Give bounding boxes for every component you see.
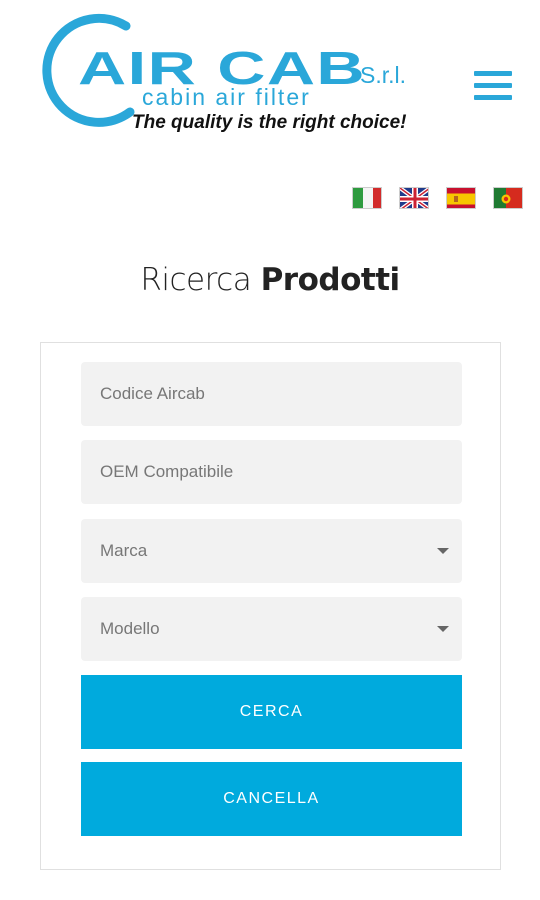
chevron-down-icon <box>437 548 449 554</box>
spain-flag-icon[interactable] <box>446 187 476 209</box>
aircab-logo[interactable]: AIR CAB S.r.l. cabin air filter The qual… <box>30 12 440 142</box>
model-select-value: Modello <box>100 619 160 638</box>
page-title-bold: Prodotti <box>260 262 401 298</box>
hamburger-icon[interactable] <box>474 68 512 104</box>
aircab-code-input[interactable]: Codice Aircab <box>81 362 462 426</box>
hamburger-line <box>474 83 512 88</box>
brand-select-value: Marca <box>100 541 148 560</box>
clear-button[interactable]: CANCELLA <box>81 762 462 836</box>
logo-subtitle: cabin air filter <box>142 84 311 110</box>
page-title: Ricerca Prodotti <box>0 262 540 298</box>
portugal-flag-icon[interactable] <box>493 187 523 209</box>
hamburger-line <box>474 71 512 76</box>
page-title-light: Ricerca <box>140 262 252 298</box>
search-button[interactable]: CERCA <box>81 675 462 749</box>
language-switcher <box>352 187 523 209</box>
logo-suffix: S.r.l. <box>360 62 407 88</box>
hamburger-line <box>474 95 512 100</box>
site-header: AIR CAB S.r.l. cabin air filter The qual… <box>0 0 540 150</box>
search-form: Codice Aircab OEM Compatibile Marca Mode… <box>40 342 501 870</box>
chevron-down-icon <box>437 626 449 632</box>
model-select[interactable]: Modello <box>81 597 462 661</box>
brand-select[interactable]: Marca <box>81 519 462 583</box>
logo-tagline: The quality is the right choice! <box>132 112 407 133</box>
italy-flag-icon[interactable] <box>352 187 382 209</box>
oem-input[interactable]: OEM Compatibile <box>81 440 462 504</box>
uk-flag-icon[interactable] <box>399 187 429 209</box>
